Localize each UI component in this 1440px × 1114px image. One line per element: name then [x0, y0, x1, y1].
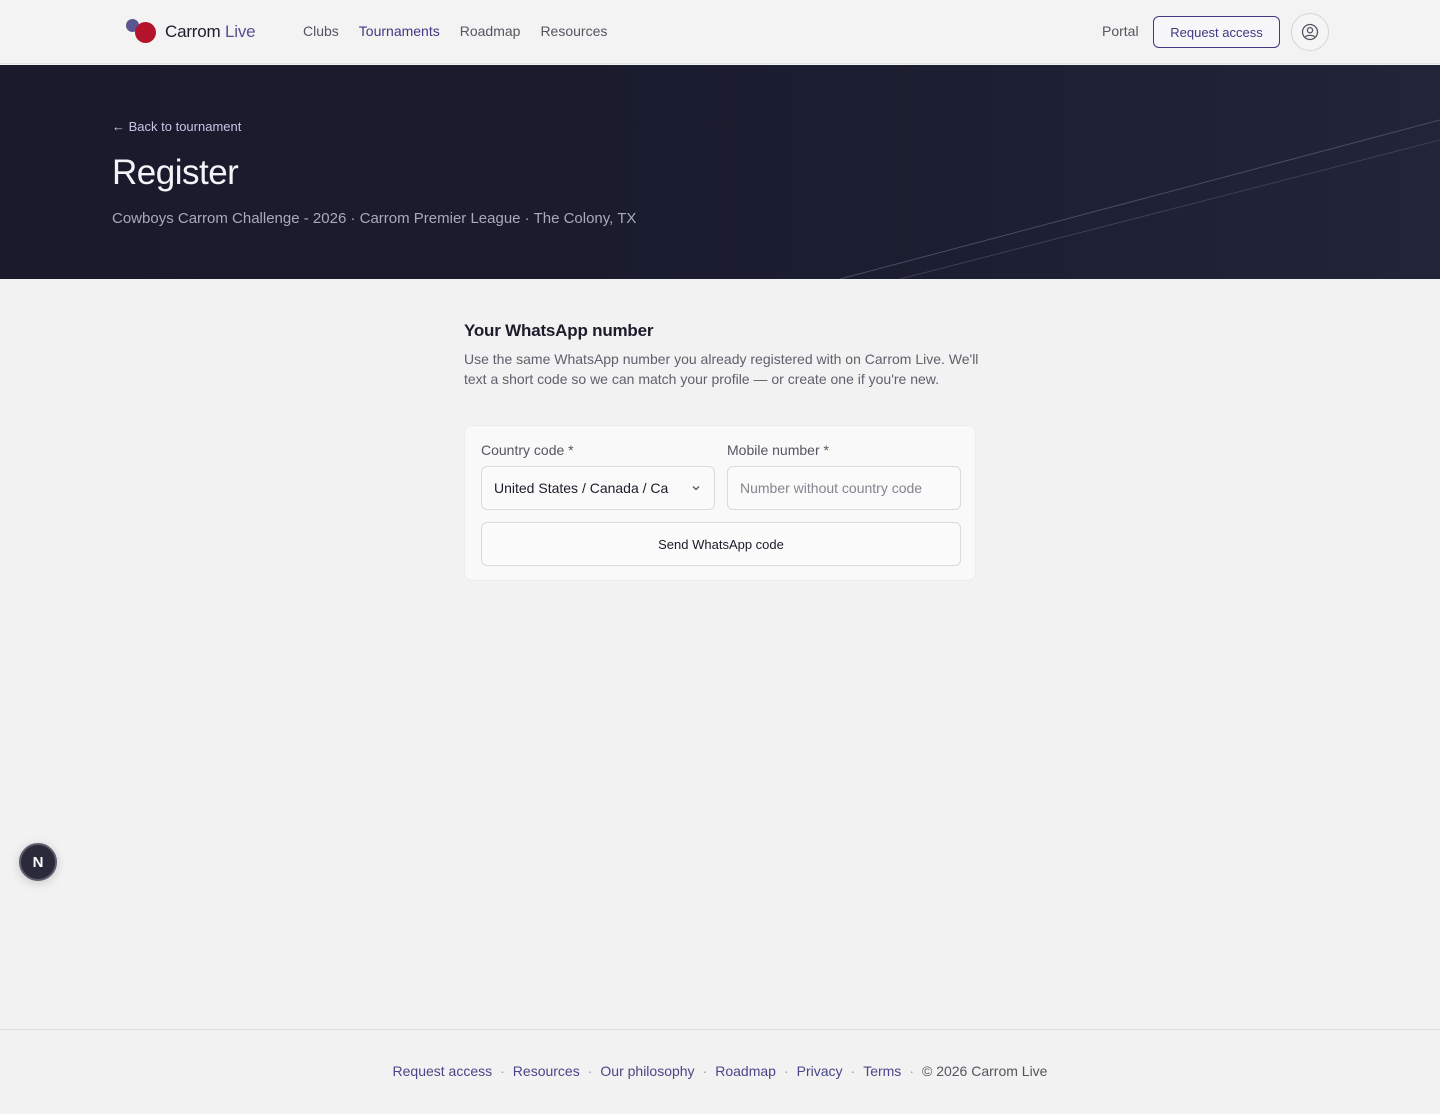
footer-link-roadmap[interactable]: Roadmap — [715, 1063, 776, 1079]
main-nav: Clubs Tournaments Roadmap Resources — [303, 23, 607, 39]
portal-link[interactable]: Portal — [1102, 23, 1139, 39]
carrom-logo-icon — [126, 18, 158, 46]
mobile-number-input[interactable] — [727, 466, 961, 510]
n-logo-icon: N — [32, 853, 44, 871]
footer-separator: · — [587, 1063, 593, 1079]
back-to-tournament-link[interactable]: ← Back to tournament — [112, 119, 241, 134]
brand-name-accent: Live — [225, 22, 256, 41]
dev-tools-badge[interactable]: N — [19, 843, 57, 881]
request-access-button[interactable]: Request access — [1153, 16, 1280, 48]
chevron-down-icon — [692, 486, 700, 491]
brand-name: Carrom Live — [165, 22, 256, 42]
footer-link-philosophy[interactable]: Our philosophy — [600, 1063, 694, 1079]
brand-logo-link[interactable]: Carrom Live — [126, 18, 256, 46]
footer-copyright: © 2026 Carrom Live — [921, 1063, 1048, 1079]
form-description: Use the same WhatsApp number you already… — [464, 351, 979, 387]
top-navbar: Carrom Live Clubs Tournaments Roadmap Re… — [0, 0, 1440, 64]
country-code-label: Country code * — [481, 442, 574, 458]
hero-banner: ← Back to tournament Register Cowboys Ca… — [0, 65, 1440, 279]
nav-item-roadmap[interactable]: Roadmap — [460, 23, 521, 39]
footer-separator: · — [783, 1063, 789, 1079]
page-title: Register — [112, 153, 239, 192]
country-code-select[interactable]: United States / Canada / Ca — [481, 466, 715, 510]
form-heading: Your WhatsApp number — [464, 321, 654, 340]
footer-link-request-access[interactable]: Request access — [393, 1063, 493, 1079]
footer-separator: · — [500, 1063, 505, 1079]
nav-item-resources[interactable]: Resources — [540, 23, 607, 39]
footer-link-privacy[interactable]: Privacy — [797, 1063, 843, 1079]
footer-separator: · — [850, 1063, 856, 1079]
user-menu-button[interactable] — [1291, 13, 1329, 51]
whatsapp-form-card: Country code * Mobile number * United St… — [464, 425, 976, 581]
tournament-subtitle: Cowboys Carrom Challenge - 2026 · Carrom… — [112, 210, 637, 227]
country-code-value: United States / Canada / Ca — [494, 480, 669, 496]
mobile-number-label: Mobile number * — [727, 442, 829, 458]
footer-link-resources[interactable]: Resources — [513, 1063, 580, 1079]
nav-item-clubs[interactable]: Clubs — [303, 23, 339, 39]
footer-separator: · — [909, 1063, 914, 1079]
send-whatsapp-code-button[interactable]: Send WhatsApp code — [481, 522, 961, 566]
footer-separator: · — [702, 1063, 708, 1079]
nav-item-tournaments[interactable]: Tournaments — [359, 23, 440, 39]
footer-links: Request access · Resources · Our philoso… — [0, 1063, 1440, 1079]
footer-link-terms[interactable]: Terms — [863, 1063, 901, 1079]
user-circle-icon — [1301, 23, 1319, 41]
brand-name-main: Carrom — [165, 22, 221, 41]
footer: Request access · Resources · Our philoso… — [0, 1029, 1440, 1114]
